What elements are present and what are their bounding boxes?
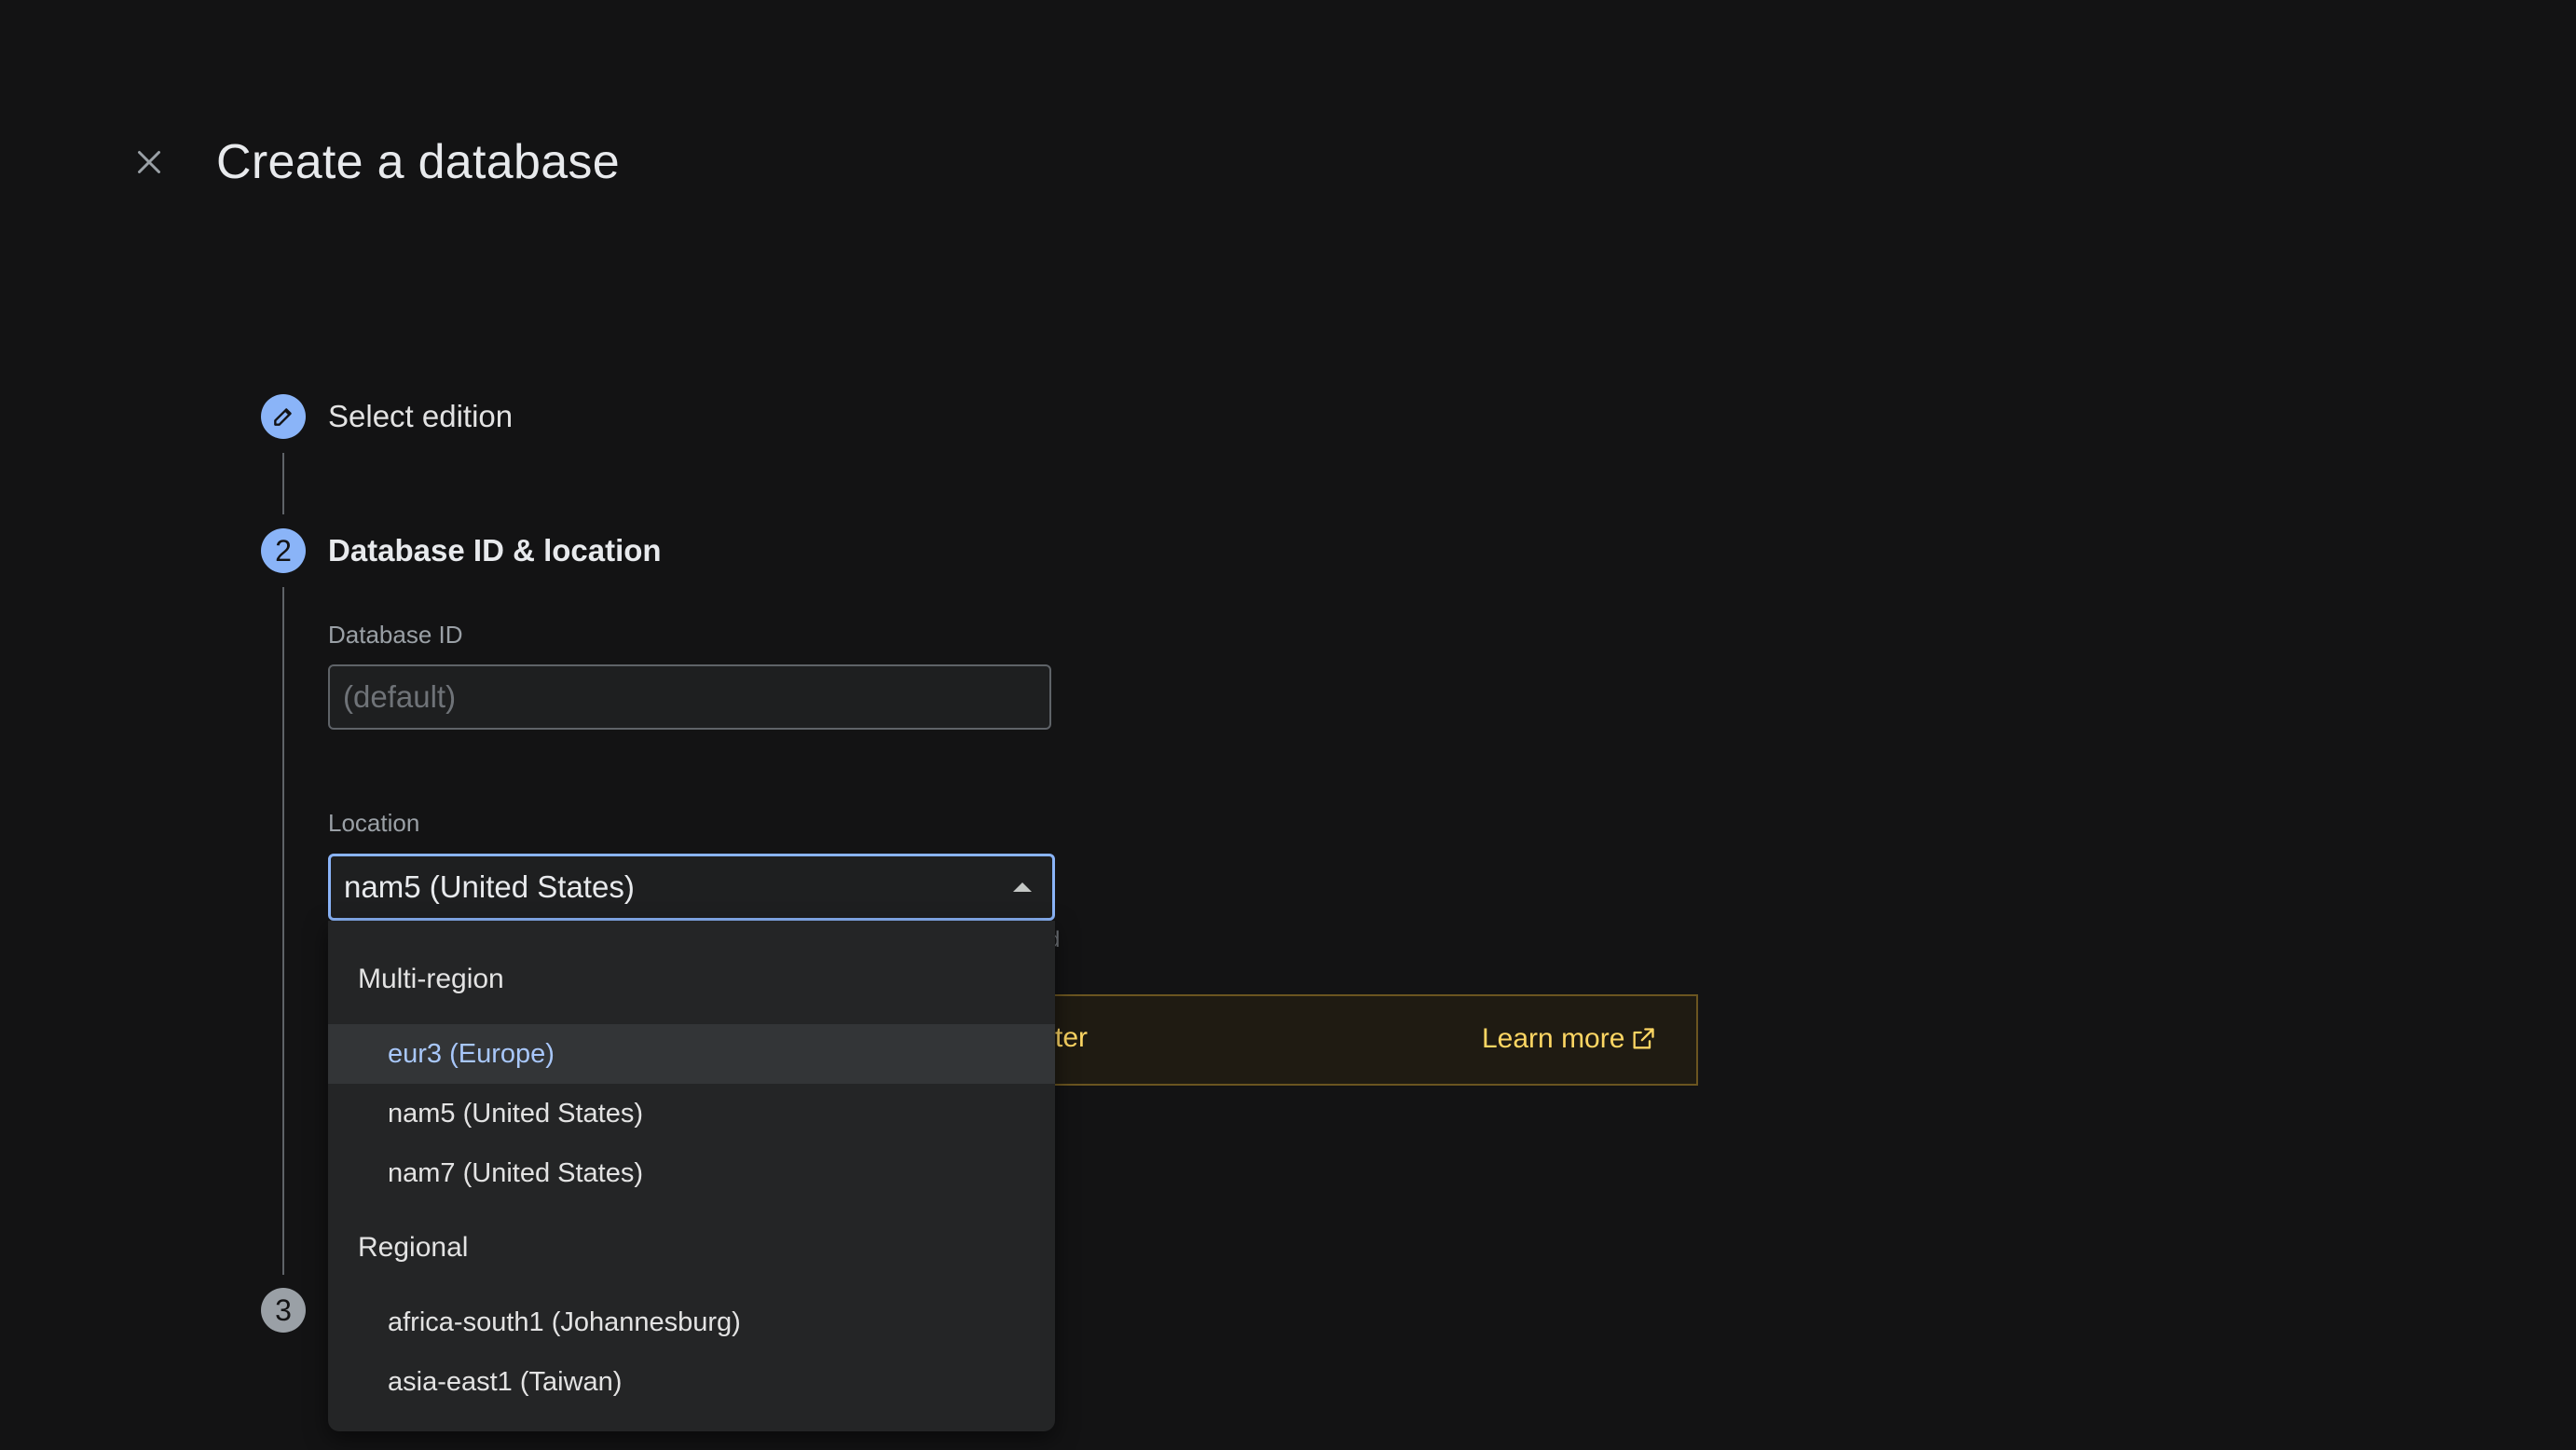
- step-2-indicator: 2: [261, 528, 306, 573]
- step-3-indicator: 3: [261, 1288, 306, 1333]
- database-id-label: Database ID: [328, 621, 463, 649]
- location-label: Location: [328, 809, 420, 837]
- group-header-multi-region: Multi-region: [358, 964, 504, 994]
- location-dropdown-menu: Multi-region eur3 (Europe) nam5 (United …: [328, 921, 1055, 1431]
- group-header-regional: Regional: [358, 1232, 469, 1263]
- external-link-icon: [1633, 1028, 1655, 1049]
- step-connector: [282, 453, 284, 514]
- page-title: Create a database: [216, 135, 620, 189]
- step-2-label: Database ID & location: [328, 533, 662, 568]
- option-nam5[interactable]: nam5 (United States): [328, 1084, 1055, 1143]
- option-eur3[interactable]: eur3 (Europe): [328, 1024, 1055, 1084]
- banner-text: ter: [1055, 1022, 1089, 1053]
- pencil-icon: [274, 408, 292, 426]
- close-icon: [138, 151, 160, 173]
- step-connector: [282, 587, 284, 1275]
- step-1-indicator: [261, 394, 306, 439]
- learn-more-label: Learn more: [1482, 1023, 1625, 1054]
- location-select[interactable]: nam5 (United States): [328, 854, 1055, 921]
- create-database-page: Create a database Select edition 2 Datab…: [0, 0, 2576, 1450]
- database-id-input[interactable]: [328, 664, 1051, 730]
- learn-more-link[interactable]: Learn more: [1482, 1023, 1656, 1055]
- option-nam7[interactable]: nam7 (United States): [328, 1143, 1055, 1203]
- location-selected-value: nam5 (United States): [344, 869, 635, 904]
- step-1-label[interactable]: Select edition: [328, 396, 513, 437]
- caret-up-icon: [1013, 882, 1032, 892]
- option-africa-south1[interactable]: africa-south1 (Johannesburg): [328, 1293, 1055, 1352]
- option-asia-east1[interactable]: asia-east1 (Taiwan): [328, 1352, 1055, 1412]
- close-button[interactable]: [127, 140, 171, 185]
